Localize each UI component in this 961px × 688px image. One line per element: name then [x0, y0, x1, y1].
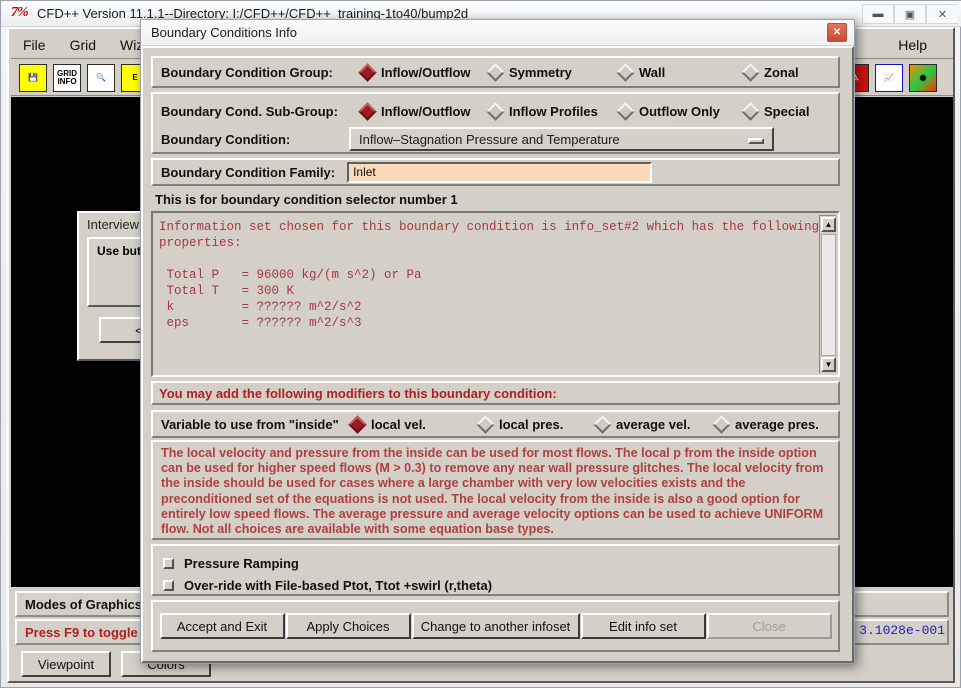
contour-icon[interactable]: ◉ [909, 63, 937, 92]
info-set-text: Information set chosen for this boundary… [159, 220, 820, 330]
bc-family-input[interactable]: Inlet [347, 161, 653, 183]
close-button: Close [706, 613, 832, 639]
radio-sub-special[interactable]: Special [741, 101, 810, 121]
bc-family-row: Boundary Condition Family: Inlet [151, 158, 840, 186]
radio-local-pres[interactable]: local pres. [476, 414, 596, 434]
minimize-icon[interactable]: ▬ [862, 4, 894, 24]
inside-variable-row: Variable to use from "inside" local vel.… [151, 410, 840, 438]
bc-selector-note: This is for boundary condition selector … [155, 191, 458, 207]
bc-condition-label: Boundary Condition: [161, 131, 291, 147]
menu-help[interactable]: Help [886, 37, 939, 53]
radio-label: average vel. [616, 416, 691, 432]
menu-grid[interactable]: Grid [58, 37, 108, 53]
dialog-body: Boundary Condition Group: Inflow/Outflow… [141, 46, 854, 663]
bc-subgroup-block: Boundary Cond. Sub-Group: Inflow/Outflow… [151, 92, 840, 154]
radio-sub-inflow-profiles[interactable]: Inflow Profiles [486, 101, 619, 121]
grid-info-icon[interactable]: GRID INFO [53, 63, 81, 92]
radio-group-symmetry[interactable]: Symmetry [486, 62, 619, 82]
zoom-icon[interactable]: 🔍 [87, 63, 115, 92]
radio-local-vel[interactable]: local vel. [348, 414, 479, 434]
boundary-conditions-dialog: Boundary Conditions Info ✕ Boundary Cond… [140, 19, 855, 664]
radio-label: Special [764, 103, 810, 119]
save-icon[interactable]: 💾 [19, 63, 47, 92]
bc-group-row: Boundary Condition Group: Inflow/Outflow… [151, 56, 840, 88]
radio-diamond-icon [741, 101, 760, 121]
radio-average-vel[interactable]: average vel. [593, 414, 715, 434]
bc-condition-dropdown[interactable]: Inflow–Stagnation Pressure and Temperatu… [349, 127, 774, 151]
radio-diamond-icon [741, 62, 760, 82]
radio-sub-outflow-only[interactable]: Outflow Only [616, 101, 744, 121]
checkbox-label: Pressure Ramping [184, 555, 299, 571]
bc-subgroup-row: Boundary Cond. Sub-Group: Inflow/Outflow… [153, 98, 838, 124]
radio-group-wall[interactable]: Wall [616, 62, 744, 82]
radio-group-zonal[interactable]: Zonal [741, 62, 799, 82]
edit-info-set-button[interactable]: Edit info set [580, 613, 706, 639]
checkbox-icon [163, 579, 174, 591]
radio-diamond-icon [358, 62, 377, 82]
radio-diamond-icon [593, 414, 612, 434]
info-set-textbox[interactable]: Information set chosen for this boundary… [151, 211, 840, 377]
radio-group-inflow-outflow[interactable]: Inflow/Outflow [358, 62, 489, 82]
checkbox-label: Over-ride with File-based Ptot, Ttot +sw… [184, 577, 493, 593]
checkbox-icon [163, 557, 174, 569]
radio-diamond-icon [348, 414, 367, 434]
os-window: 7% CFD++ Version 11.1.1--Directory: I:/C… [0, 0, 961, 688]
bc-group-label: Boundary Condition Group: [161, 64, 333, 80]
viewpoint-button[interactable]: Viewpoint [21, 651, 111, 677]
scroll-up-icon[interactable]: ▲ [821, 217, 836, 232]
change-infoset-button[interactable]: Change to another infoset [411, 613, 580, 639]
radio-diamond-icon [358, 101, 377, 121]
modifier-checkbox-block: Pressure Ramping Over-ride with File-bas… [151, 544, 840, 596]
scroll-down-icon[interactable]: ▼ [821, 357, 836, 372]
bc-subgroup-label: Boundary Cond. Sub-Group: [161, 103, 338, 119]
dialog-close-icon[interactable]: ✕ [827, 23, 847, 42]
dialog-title: Boundary Conditions Info [151, 25, 297, 40]
checkbox-file-based-override[interactable]: Over-ride with File-based Ptot, Ttot +sw… [163, 574, 828, 596]
maximize-icon[interactable]: ▣ [894, 4, 926, 24]
radio-label: Outflow Only [639, 103, 720, 119]
radio-label: local pres. [499, 416, 564, 432]
inside-variable-description: The local velocity and pressure from the… [151, 440, 840, 540]
apply-choices-button[interactable]: Apply Choices [285, 613, 411, 639]
radio-label: local vel. [371, 416, 426, 432]
modifiers-note: You may add the following modifiers to t… [151, 381, 840, 405]
close-icon[interactable]: ✕ [926, 4, 958, 24]
bc-condition-row: Boundary Condition: Inflow–Stagnation Pr… [153, 126, 838, 152]
radio-label: Inflow Profiles [509, 103, 598, 119]
dialog-titlebar: Boundary Conditions Info ✕ [141, 20, 854, 46]
dialog-button-row: Accept and Exit Apply Choices Change to … [151, 600, 840, 652]
radio-diamond-icon [476, 414, 495, 434]
status-value: = 3.1028e-001 [843, 623, 945, 638]
bc-family-label: Boundary Condition Family: [161, 164, 336, 180]
radio-label: average pres. [735, 416, 819, 432]
radio-label: Inflow/Outflow [381, 103, 471, 119]
radio-label: Symmetry [509, 64, 572, 80]
radio-diamond-icon [712, 414, 731, 434]
radio-label: Zonal [764, 64, 799, 80]
radio-label: Wall [639, 64, 666, 80]
checkbox-pressure-ramping[interactable]: Pressure Ramping [163, 552, 828, 574]
bc-condition-value: Inflow–Stagnation Pressure and Temperatu… [359, 131, 620, 147]
app-logo-icon: 7% [11, 5, 29, 20]
radio-sub-inflow-outflow[interactable]: Inflow/Outflow [358, 101, 489, 121]
chevron-down-icon [748, 138, 764, 144]
radio-diamond-icon [616, 101, 635, 121]
scrollbar-trough[interactable] [821, 234, 836, 356]
info-scrollbar[interactable]: ▲ ▼ [819, 215, 836, 373]
menu-file[interactable]: File [11, 37, 58, 53]
radio-label: Inflow/Outflow [381, 64, 471, 80]
plot-icon[interactable]: 📈 [875, 63, 903, 92]
interview-title: Interview [87, 217, 140, 232]
radio-diamond-icon [486, 62, 505, 82]
inside-variable-label: Variable to use from "inside" [161, 416, 339, 432]
radio-diamond-icon [616, 62, 635, 82]
accept-and-exit-button[interactable]: Accept and Exit [159, 613, 285, 639]
radio-average-pres[interactable]: average pres. [712, 414, 819, 434]
radio-diamond-icon [486, 101, 505, 121]
